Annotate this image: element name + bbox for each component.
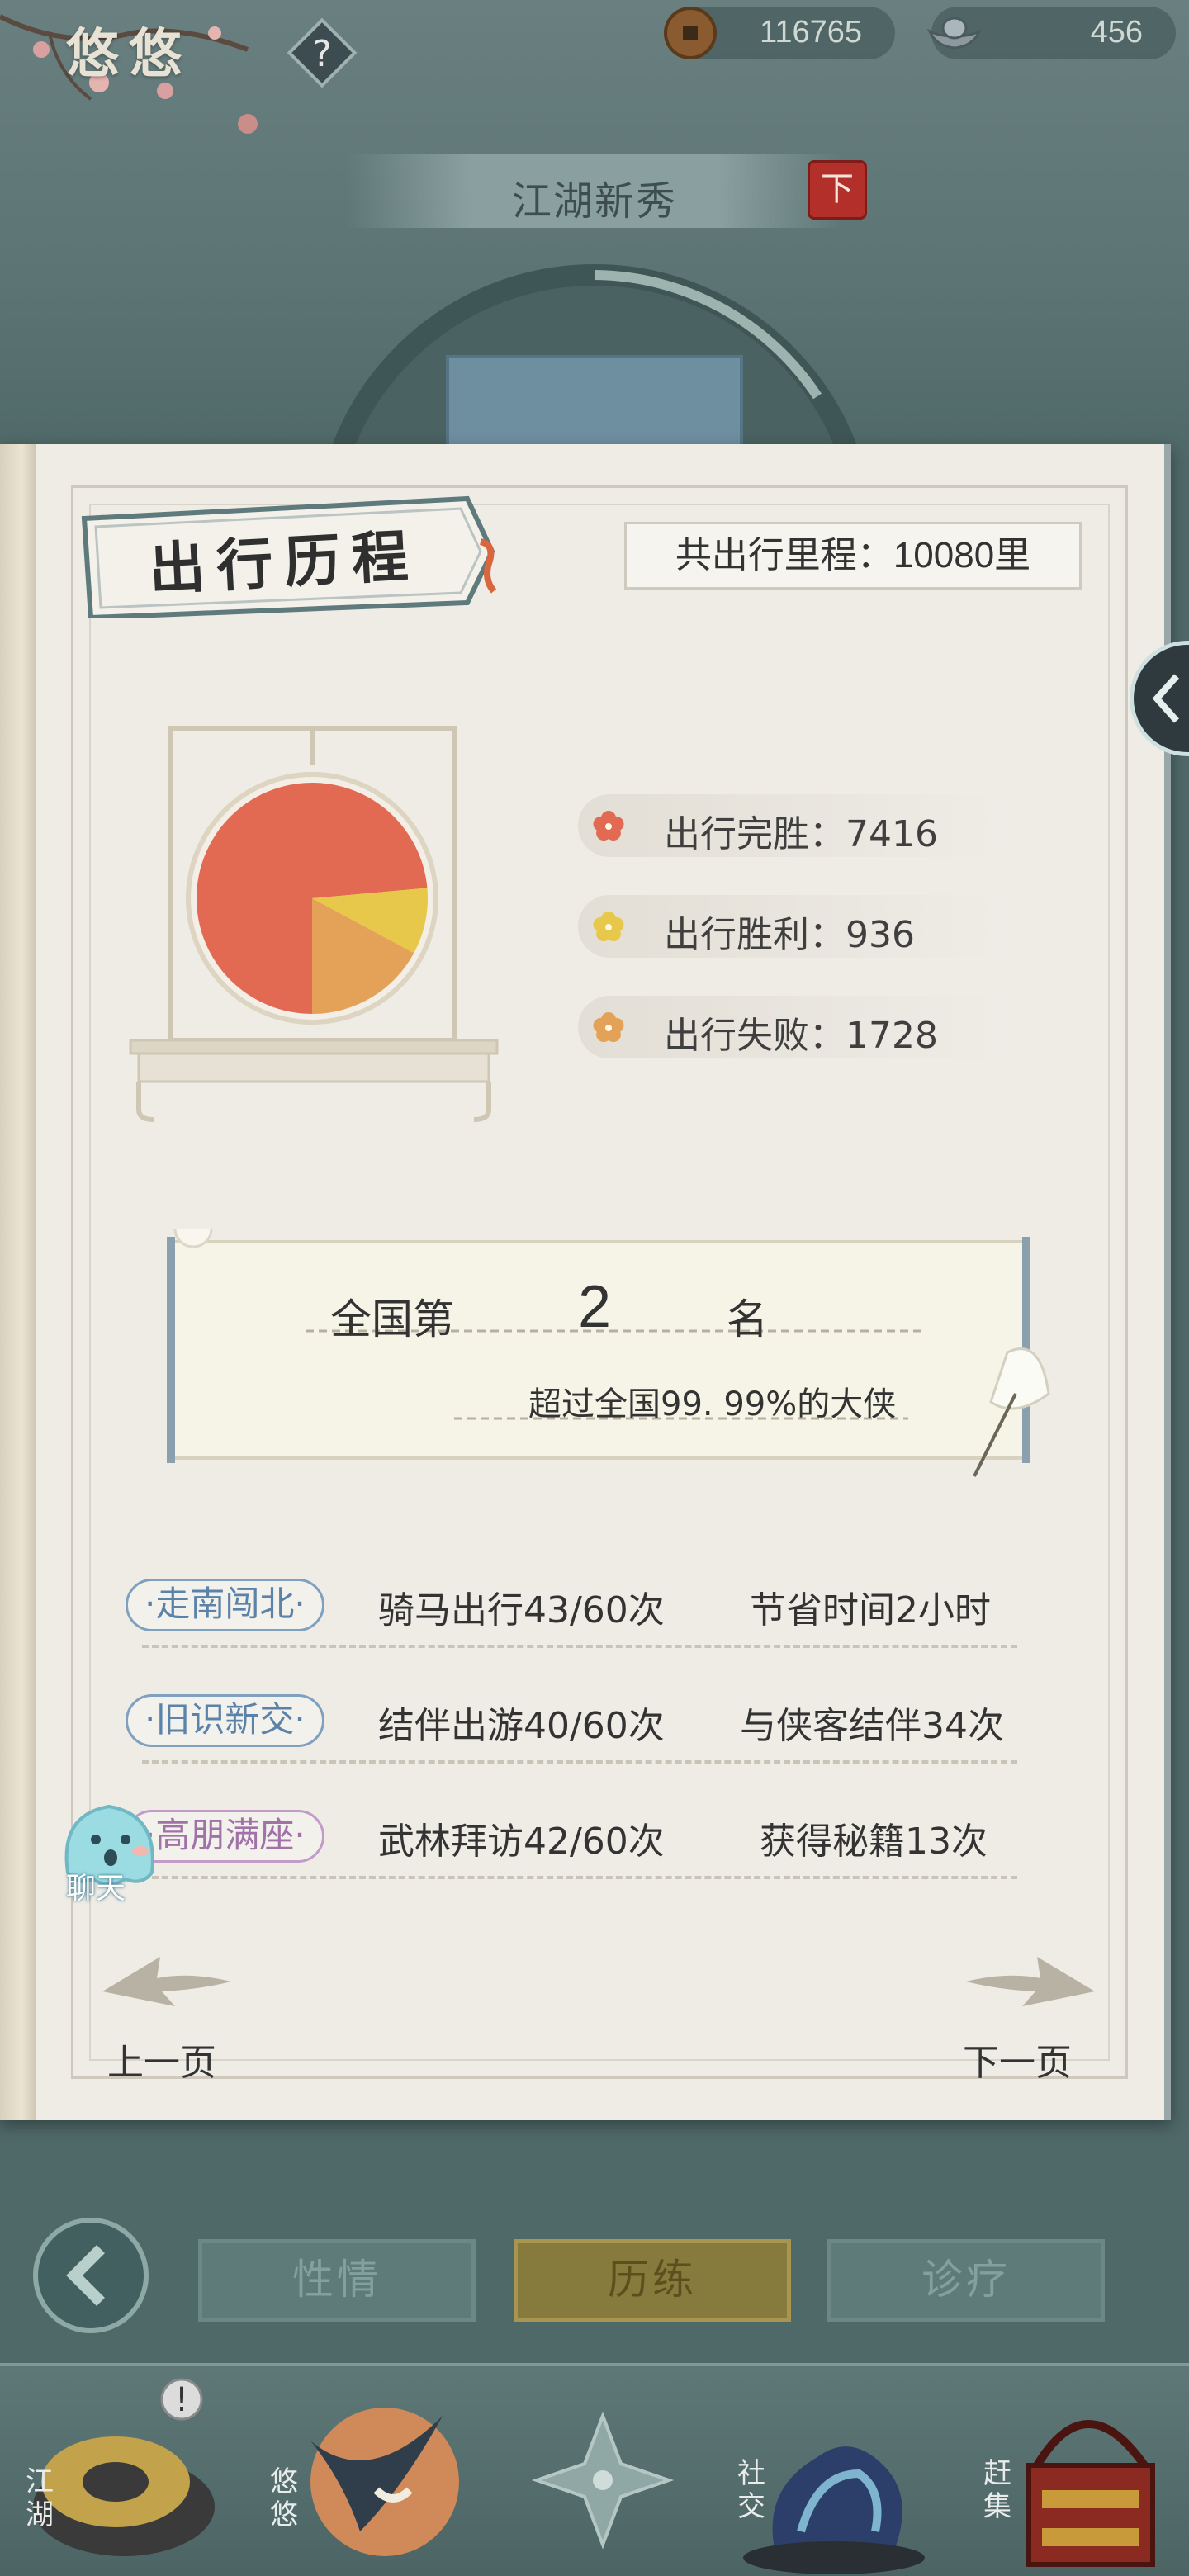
help-glyph: ? bbox=[312, 33, 331, 75]
collapse-side-tab[interactable] bbox=[1130, 641, 1189, 756]
legend-item-perfect-win: 出行完胜：7416 bbox=[578, 794, 1007, 857]
mileage-value: 10080里 bbox=[893, 535, 1031, 575]
bottom-nav: ! 江湖 悠悠 社交 赶集 bbox=[0, 2363, 1189, 2576]
back-button[interactable] bbox=[33, 2218, 149, 2333]
mileage-label: 共出行里程： bbox=[675, 534, 893, 576]
rank-prefix: 全国第 bbox=[330, 1295, 454, 1343]
flower-icon bbox=[593, 1012, 624, 1043]
nav-center-compass[interactable] bbox=[495, 2366, 710, 2576]
pie-chart-stand bbox=[129, 726, 499, 1122]
tab-treatment[interactable]: 诊疗 bbox=[827, 2239, 1105, 2322]
help-icon[interactable]: ? bbox=[281, 12, 363, 94]
nav-jianghu[interactable]: ! 江湖 bbox=[17, 2366, 231, 2576]
legend-label: 出行胜利：936 bbox=[664, 914, 915, 956]
stat-badge: ·走南闯北· bbox=[126, 1579, 324, 1631]
nav-label: 社交 bbox=[737, 2457, 765, 2523]
rank-number: 2 bbox=[578, 1274, 612, 1340]
divider bbox=[142, 1645, 1017, 1648]
back-arrow-icon bbox=[66, 2245, 105, 2306]
chat-label: 聊天 bbox=[66, 1872, 126, 1906]
stat-row-companions: ·旧识新交· 结伴出游40/60次 与侠客结伴34次 bbox=[126, 1688, 1034, 1764]
nav-label: 悠悠 bbox=[270, 2465, 298, 2531]
legend-label: 出行失败：1728 bbox=[664, 1015, 938, 1057]
nav-youyou[interactable]: 悠悠 bbox=[261, 2366, 476, 2576]
stat-primary: 结伴出游40/60次 bbox=[378, 1705, 665, 1747]
flower-icon bbox=[593, 912, 624, 942]
stat-secondary: 节省时间2小时 bbox=[750, 1589, 991, 1631]
coin-value: 116765 bbox=[760, 15, 862, 50]
chat-button[interactable]: 聊天 bbox=[43, 1782, 175, 1914]
tabs-bar: 性情 历练 诊疗 bbox=[0, 2180, 1189, 2345]
lower-button[interactable]: 下 bbox=[808, 160, 867, 220]
nav-social[interactable]: 社交 bbox=[727, 2366, 941, 2576]
rank-suffix: 名 bbox=[727, 1295, 768, 1343]
compass-star-icon bbox=[531, 2411, 675, 2550]
player-name: 悠悠 bbox=[66, 23, 192, 85]
stat-primary: 武林拜访42/60次 bbox=[378, 1821, 665, 1863]
nav-label: 江湖 bbox=[26, 2465, 54, 2531]
next-page-label: 下一页 bbox=[963, 2042, 1072, 2084]
legend-item-loss: 出行失败：1728 bbox=[578, 996, 1007, 1058]
section-title: 出行历程 bbox=[147, 523, 422, 604]
ingot-value: 456 bbox=[1090, 15, 1143, 50]
prev-page-button[interactable]: 上一页 bbox=[99, 1947, 264, 2084]
svg-text:!: ! bbox=[175, 2381, 188, 2419]
divider bbox=[142, 1876, 1017, 1879]
rank-title-banner: 江湖新秀 bbox=[347, 154, 842, 228]
tab-experience[interactable]: 历练 bbox=[514, 2239, 791, 2322]
divider bbox=[142, 1760, 1017, 1764]
nav-label: 赶集 bbox=[983, 2457, 1011, 2523]
ingot-counter[interactable]: 456 bbox=[926, 7, 1176, 59]
silver-ingot-icon bbox=[926, 17, 983, 50]
legend-label: 出行完胜：7416 bbox=[664, 813, 938, 855]
prev-page-label: 上一页 bbox=[107, 2042, 216, 2084]
pie-chart bbox=[197, 783, 428, 1014]
tab-temperament[interactable]: 性情 bbox=[198, 2239, 476, 2322]
rank-title: 江湖新秀 bbox=[511, 178, 677, 225]
stat-row-visits: ·高朋满座· 武林拜访42/60次 获得秘籍13次 bbox=[126, 1803, 1034, 1879]
rank-subtitle: 超过全国99. 99%的大侠 bbox=[528, 1385, 897, 1423]
chevron-left-icon bbox=[1152, 674, 1179, 723]
history-book: 出行历程 共出行里程：10080里 出行完胜：7416 出行胜利：936 出行失… bbox=[0, 444, 1171, 2120]
coin-icon bbox=[664, 7, 717, 59]
coin-counter[interactable]: 116765 bbox=[664, 7, 895, 59]
top-bar: 悠悠 ? 116765 456 bbox=[0, 0, 1189, 134]
stat-row-travel: ·走南闯北· 骑马出行43/60次 节省时间2小时 bbox=[126, 1572, 1034, 1648]
stat-badge: ·旧识新交· bbox=[126, 1694, 324, 1747]
nav-market[interactable]: 赶集 bbox=[963, 2366, 1177, 2576]
right-arrow-icon bbox=[966, 1957, 1095, 2006]
book-spine bbox=[0, 444, 36, 2120]
total-mileage: 共出行里程：10080里 bbox=[624, 522, 1082, 590]
stat-secondary: 获得秘籍13次 bbox=[760, 1821, 988, 1863]
left-arrow-icon bbox=[102, 1957, 231, 2006]
stat-primary: 骑马出行43/60次 bbox=[378, 1589, 665, 1631]
flower-icon bbox=[593, 811, 624, 841]
legend-item-win: 出行胜利：936 bbox=[578, 895, 1007, 958]
stat-secondary: 与侠客结伴34次 bbox=[740, 1705, 1004, 1747]
next-page-button[interactable]: 下一页 bbox=[950, 1947, 1115, 2084]
